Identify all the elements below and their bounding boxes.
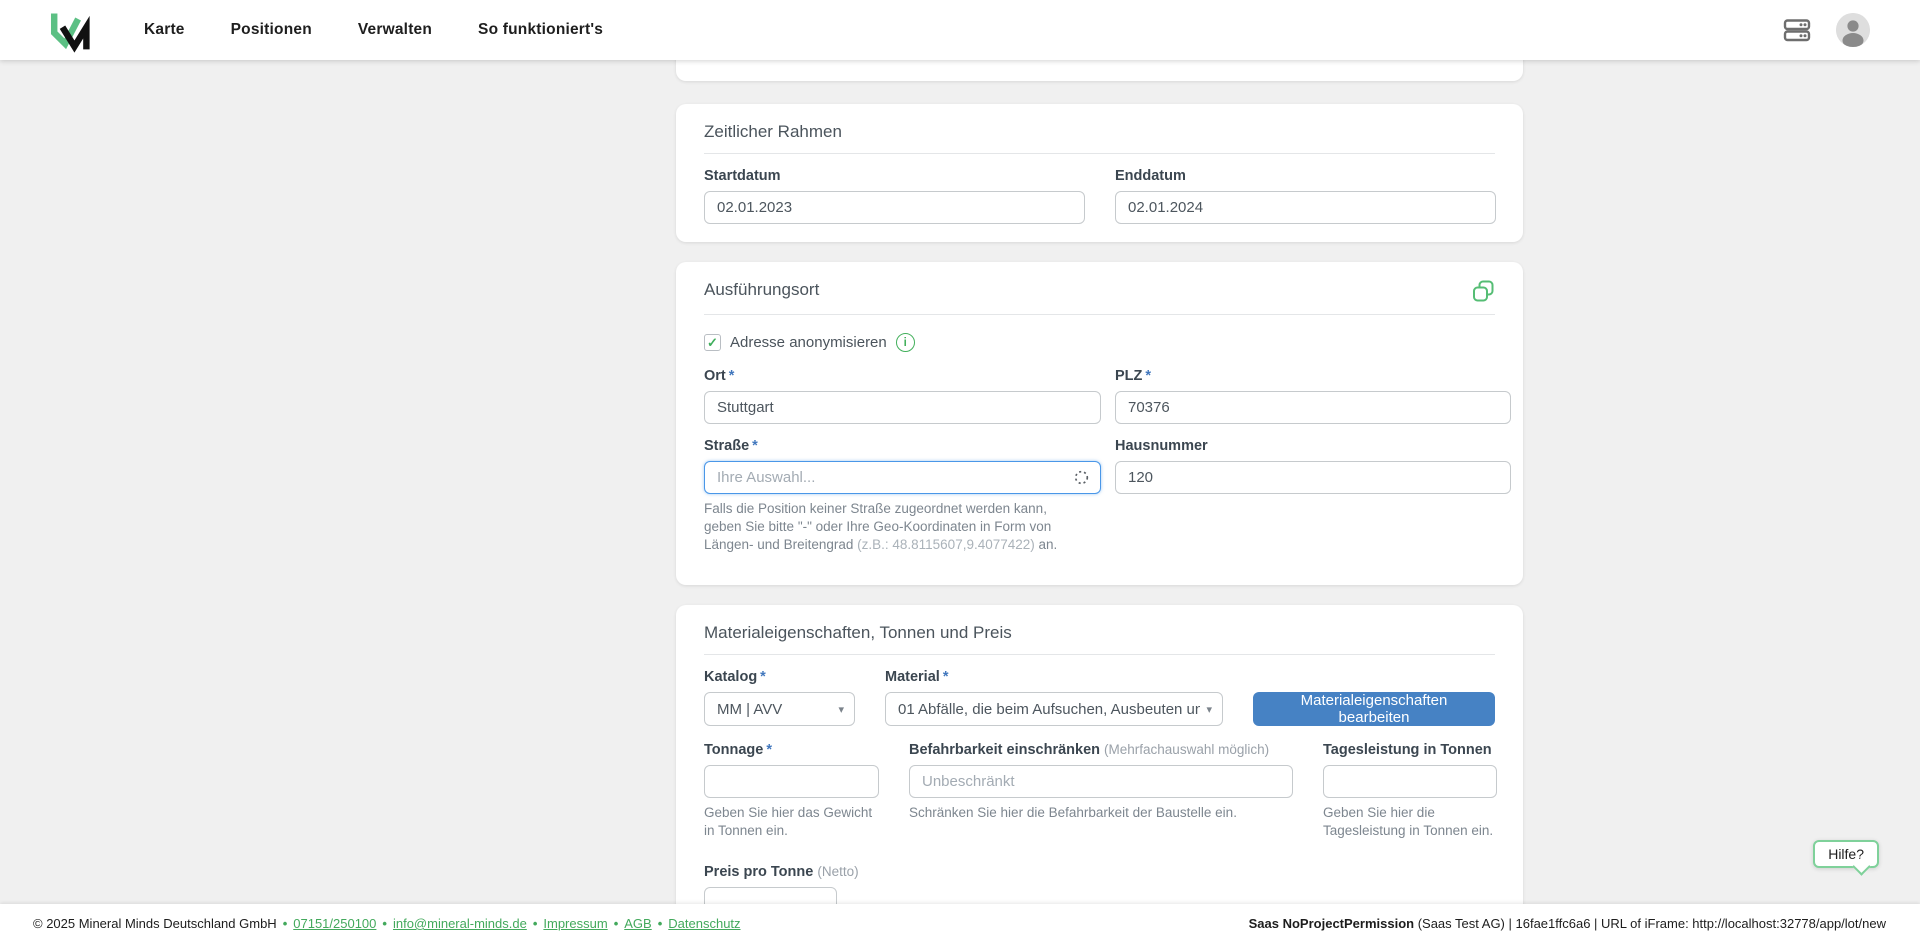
copy-icon[interactable] xyxy=(1472,280,1495,303)
anonymize-checkbox[interactable]: ✓ xyxy=(704,334,721,351)
required-marker: * xyxy=(943,669,949,685)
befahrbarkeit-input[interactable] xyxy=(909,765,1293,798)
footer-link-agb[interactable]: AGB xyxy=(624,916,651,931)
tonnage-label: Tonnage* xyxy=(704,742,879,758)
hausnummer-field-group: Hausnummer xyxy=(1115,438,1511,555)
separator-dot: • xyxy=(658,916,663,931)
user-avatar-icon[interactable] xyxy=(1836,13,1870,47)
material-select[interactable]: 01 Abfälle, die beim Aufsuchen, Ausbeute… xyxy=(885,692,1223,726)
nav-item-positionen[interactable]: Positionen xyxy=(231,21,312,39)
tonnage-input[interactable] xyxy=(704,765,879,798)
tagesleistung-field-group: Tagesleistung in Tonnen Geben Sie hier d… xyxy=(1323,742,1497,840)
required-marker: * xyxy=(1145,368,1151,384)
nav-item-so-funktionierts[interactable]: So funktioniert's xyxy=(478,21,603,39)
loading-spinner-icon xyxy=(1074,470,1089,490)
nav-item-karte[interactable]: Karte xyxy=(144,21,185,39)
chevron-down-icon: ▾ xyxy=(1206,703,1212,716)
required-marker: * xyxy=(729,368,735,384)
copyright-text: © 2025 Mineral Minds Deutschland GmbH xyxy=(33,916,277,931)
preis-label: Preis pro Tonne (Netto) xyxy=(704,864,837,880)
separator-dot: • xyxy=(283,916,288,931)
ort-label: Ort* xyxy=(704,368,1101,384)
strasse-input[interactable] xyxy=(704,461,1101,494)
anonymize-label: Adresse anonymisieren xyxy=(730,334,887,351)
footer-left: © 2025 Mineral Minds Deutschland GmbH • … xyxy=(33,916,741,931)
footer-link-datenschutz[interactable]: Datenschutz xyxy=(668,916,740,931)
tagesleistung-input[interactable] xyxy=(1323,765,1497,798)
plz-field-group: PLZ* xyxy=(1115,368,1511,424)
required-marker: * xyxy=(760,669,766,685)
chevron-down-icon: ▾ xyxy=(838,703,844,716)
section-title: Materialeigenschaften, Tonnen und Preis xyxy=(704,623,1495,643)
footer-session-info: Saas NoProjectPermission (Saas Test AG) … xyxy=(1249,916,1886,931)
section-title: Ausführungsort xyxy=(704,280,819,300)
tagesleistung-helper-text: Geben Sie hier die Tagesleistung in Tonn… xyxy=(1323,804,1497,840)
footer-link-impressum[interactable]: Impressum xyxy=(543,916,607,931)
befahrbarkeit-helper-text: Schränken Sie hier die Befahrbarkeit der… xyxy=(909,804,1293,822)
separator-dot: • xyxy=(382,916,387,931)
startdatum-label: Startdatum xyxy=(704,168,1085,184)
hausnummer-input[interactable] xyxy=(1115,461,1511,494)
section-zeitlicher-rahmen: Zeitlicher Rahmen Startdatum Enddatum xyxy=(676,104,1523,242)
strasse-label: Straße* xyxy=(704,438,1101,454)
strasse-helper-text: Falls die Position keiner Straße zugeord… xyxy=(704,500,1076,555)
nav-item-verwalten[interactable]: Verwalten xyxy=(358,21,432,39)
plz-input[interactable] xyxy=(1115,391,1511,424)
footer-link-phone[interactable]: 07151/250100 xyxy=(293,916,376,931)
separator-dot: • xyxy=(533,916,538,931)
edit-material-properties-button[interactable]: Materialeigenschaften bearbeiten xyxy=(1253,692,1495,726)
startdatum-input[interactable] xyxy=(704,191,1085,224)
enddatum-field-group: Enddatum xyxy=(1115,168,1496,224)
tagesleistung-label: Tagesleistung in Tonnen xyxy=(1323,742,1497,758)
footer-link-email[interactable]: info@mineral-minds.de xyxy=(393,916,527,931)
enddatum-label: Enddatum xyxy=(1115,168,1496,184)
startdatum-field-group: Startdatum xyxy=(704,168,1085,224)
divider xyxy=(704,153,1495,154)
required-marker: * xyxy=(752,438,758,454)
strasse-field-group: Straße* Falls die Position keiner Straße… xyxy=(704,438,1101,555)
main-nav: Karte Positionen Verwalten So funktionie… xyxy=(144,21,603,39)
section-title: Zeitlicher Rahmen xyxy=(704,122,1495,142)
katalog-label: Katalog* xyxy=(704,669,855,685)
section-ausfuehrungsort: Ausführungsort ✓ Adresse anonymisieren i… xyxy=(676,262,1523,585)
material-label: Material* xyxy=(885,669,1223,685)
help-button[interactable]: Hilfe? xyxy=(1813,840,1879,868)
material-field-group: Material* 01 Abfälle, die beim Aufsuchen… xyxy=(885,669,1223,726)
befahrbarkeit-label: Befahrbarkeit einschränken (Mehrfachausw… xyxy=(909,742,1293,758)
tonnage-field-group: Tonnage* Geben Sie hier das Gewicht in T… xyxy=(704,742,879,840)
footer: © 2025 Mineral Minds Deutschland GmbH • … xyxy=(0,904,1920,943)
required-marker: * xyxy=(766,742,772,758)
enddatum-input[interactable] xyxy=(1115,191,1496,224)
mineral-minds-logo-icon[interactable] xyxy=(44,6,92,54)
divider xyxy=(704,654,1495,655)
befahrbarkeit-field-group: Befahrbarkeit einschränken (Mehrfachausw… xyxy=(909,742,1293,840)
nav-right-icons xyxy=(1782,13,1870,47)
top-navbar: Karte Positionen Verwalten So funktionie… xyxy=(0,0,1920,60)
server-icon[interactable] xyxy=(1782,15,1812,45)
hausnummer-label: Hausnummer xyxy=(1115,438,1511,454)
ort-field-group: Ort* xyxy=(704,368,1101,424)
ort-input[interactable] xyxy=(704,391,1101,424)
divider xyxy=(704,314,1495,315)
tonnage-helper-text: Geben Sie hier das Gewicht in Tonnen ein… xyxy=(704,804,879,840)
katalog-select[interactable]: MM | AVV ▾ xyxy=(704,692,855,726)
separator-dot: • xyxy=(614,916,619,931)
katalog-field-group: Katalog* MM | AVV ▾ xyxy=(704,669,855,726)
info-icon[interactable]: i xyxy=(896,333,915,352)
section-materialeigenschaften: Materialeigenschaften, Tonnen und Preis … xyxy=(676,605,1523,935)
plz-label: PLZ* xyxy=(1115,368,1511,384)
